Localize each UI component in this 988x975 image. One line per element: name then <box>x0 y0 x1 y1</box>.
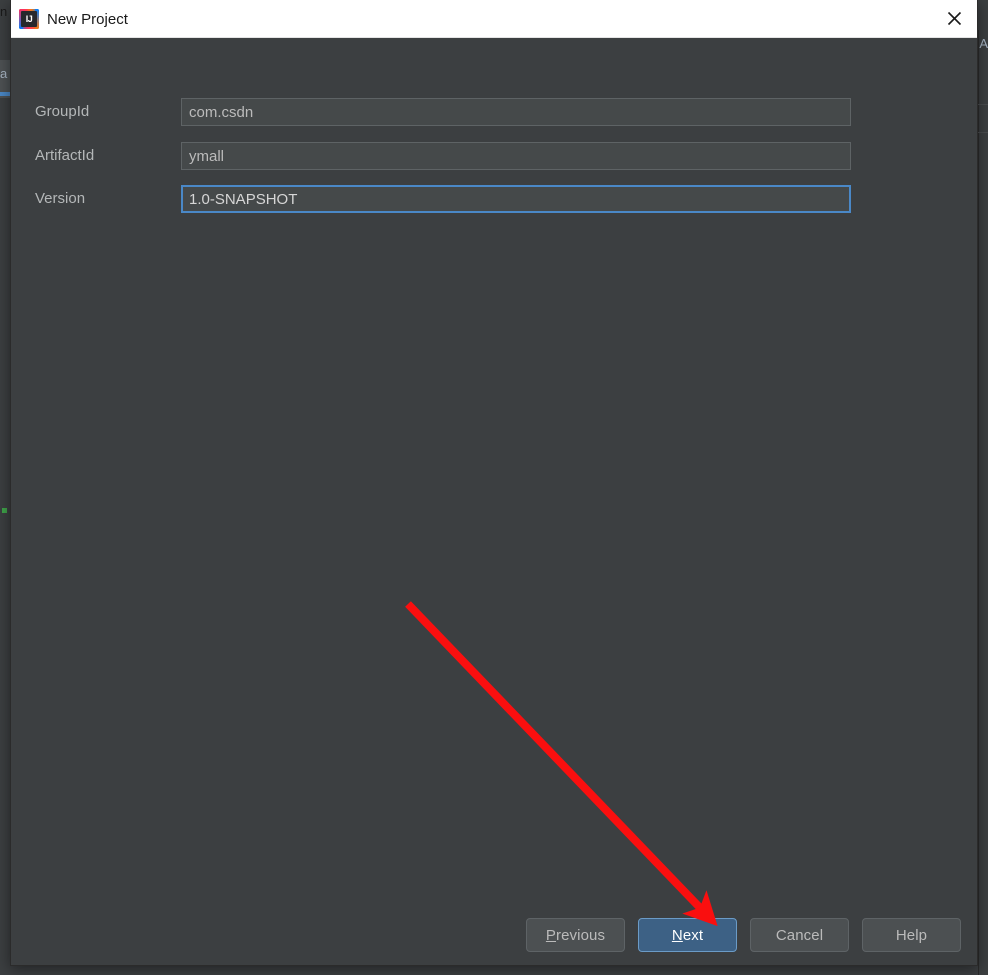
artifactid-label: ArtifactId <box>35 147 95 164</box>
next-button-mnemonic: N <box>671 926 683 944</box>
form-row: GroupId <box>11 98 977 126</box>
help-button-label: Help <box>895 926 928 944</box>
form-row: ArtifactId <box>11 142 977 170</box>
previous-button-label: revious <box>556 926 606 944</box>
dialog-body: GroupId ArtifactId Version <box>11 38 977 908</box>
dialog-titlebar[interactable]: IJ New Project <box>11 0 977 38</box>
ide-right-divider-1 <box>978 104 988 105</box>
previous-button[interactable]: Previous <box>526 918 625 952</box>
new-project-dialog: IJ New Project GroupId ArtifactId Versio… <box>10 0 978 966</box>
next-button[interactable]: Next <box>638 918 737 952</box>
ide-right-toolwindow-strip[interactable] <box>978 30 988 975</box>
next-button-label: ext <box>682 926 704 944</box>
artifactid-input[interactable] <box>181 142 851 170</box>
previous-button-mnemonic: P <box>545 926 557 944</box>
ide-gutter-vcs-marker <box>2 508 7 513</box>
close-icon[interactable] <box>931 0 977 37</box>
cancel-button-label: Cancel <box>775 926 824 944</box>
groupid-label: GroupId <box>35 103 90 120</box>
version-label: Version <box>35 190 86 207</box>
form-row: Version <box>11 185 977 213</box>
dialog-title: New Project <box>47 11 128 28</box>
ide-right-edge-glyph: A <box>979 36 988 51</box>
ide-right-divider-2 <box>978 132 988 133</box>
ide-editor-tab-label[interactable]: a <box>0 66 7 81</box>
groupid-input[interactable] <box>181 98 851 126</box>
version-input[interactable] <box>181 185 851 213</box>
help-button[interactable]: Help <box>862 918 961 952</box>
intellij-idea-icon: IJ <box>19 9 39 29</box>
ide-menu-fragment[interactable]: n <box>0 4 7 19</box>
cancel-button[interactable]: Cancel <box>750 918 849 952</box>
dialog-footer: Previous Next Cancel Help <box>11 907 977 965</box>
